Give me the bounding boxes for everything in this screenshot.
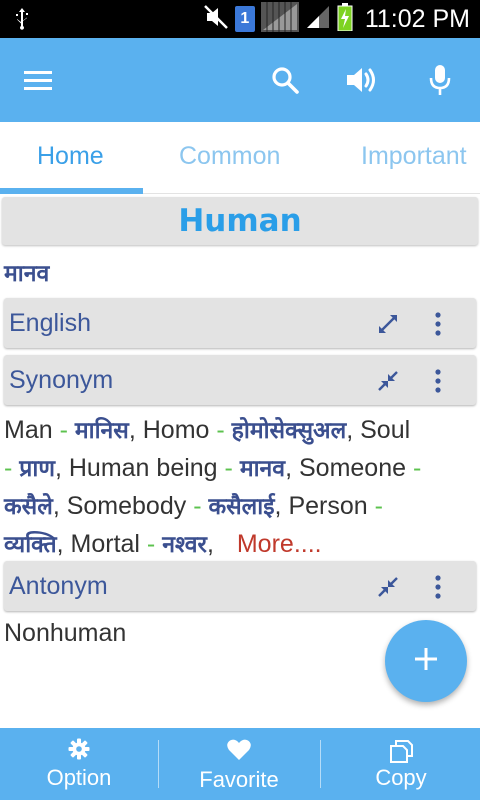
- section-label: Antonym: [9, 572, 108, 600]
- section-antonym[interactable]: Antonym: [4, 561, 476, 611]
- add-fab-button[interactable]: [385, 620, 467, 702]
- synonym-en: Somebody: [66, 492, 187, 520]
- more-vert-icon[interactable]: [428, 368, 448, 394]
- synonym-en: Person: [288, 492, 368, 520]
- favorite-button[interactable]: Favorite: [160, 728, 318, 800]
- section-synonym[interactable]: Synonym: [4, 355, 476, 405]
- tab-bar: Home Common Important: [0, 122, 480, 194]
- antonym-list: Nonhuman: [4, 619, 127, 647]
- mute-icon: [203, 4, 229, 34]
- usb-icon: [14, 7, 30, 35]
- synonym-hi: प्राण: [19, 456, 55, 482]
- battery-charging-icon: [337, 3, 353, 35]
- synonym-dash: -: [4, 454, 20, 482]
- synonym-dash: -: [52, 416, 75, 444]
- tab-important[interactable]: Important: [361, 142, 467, 171]
- tab-home[interactable]: Home: [37, 142, 104, 171]
- divider: [320, 740, 321, 788]
- synonym-dash: -: [217, 454, 240, 482]
- no-signal-icon: [260, 2, 299, 36]
- synonym-line: Man - मानिस, Homo - होमोसेक्सुअल, Soul: [4, 416, 411, 444]
- copy-icon: [388, 738, 414, 768]
- clock: 11:02 PM: [364, 4, 470, 33]
- synonym-en: Mortal: [70, 530, 140, 558]
- menu-icon[interactable]: [18, 60, 58, 100]
- synonym-list: Man - मानिस, Homo - होमोसेक्सुअल, Soul -…: [4, 412, 476, 564]
- synonym-dash: -: [406, 454, 422, 482]
- bottom-bar: Option Favorite Copy: [0, 728, 480, 800]
- synonym-hi: नश्वर: [162, 532, 207, 558]
- synonym-dash: -: [186, 492, 209, 520]
- copy-label: Copy: [375, 765, 427, 790]
- speaker-icon[interactable]: [342, 60, 382, 100]
- word-title: Human: [178, 203, 302, 239]
- option-button[interactable]: Option: [0, 728, 158, 800]
- synonym-en: Human being: [68, 454, 218, 482]
- collapse-icon[interactable]: [376, 369, 400, 393]
- synonym-line: व्यक्ति, Mortal - नश्वर, More....: [4, 530, 322, 558]
- synonym-hi: कसैले: [4, 494, 53, 520]
- section-english[interactable]: English: [4, 298, 476, 348]
- sim-icon: 1: [234, 6, 255, 32]
- plus-icon: [413, 646, 439, 676]
- option-label: Option: [46, 765, 112, 790]
- more-vert-icon[interactable]: [428, 311, 448, 337]
- synonym-en: Someone: [298, 454, 407, 482]
- more-vert-icon[interactable]: [428, 574, 448, 600]
- synonym-hi: होमोसेक्सुअल: [231, 418, 347, 444]
- synonym-hi: व्यक्ति: [4, 532, 57, 558]
- search-icon[interactable]: [265, 60, 305, 100]
- synonym-hi: मानिस: [74, 418, 129, 444]
- synonym-dash: -: [209, 416, 232, 444]
- more-link[interactable]: More....: [237, 530, 322, 558]
- app-bar: [0, 38, 480, 122]
- copy-button[interactable]: Copy: [322, 728, 480, 800]
- word-translation: मानव: [4, 261, 50, 287]
- tab-common[interactable]: Common: [179, 142, 280, 171]
- synonym-line: - प्राण, Human being - मानव, Someone -: [4, 454, 422, 482]
- synonym-en: Man: [4, 416, 53, 444]
- heart-icon: [226, 738, 252, 766]
- section-label: Synonym: [9, 366, 114, 394]
- synonym-line: कसैले, Somebody - कसैलाई, Person -: [4, 492, 383, 520]
- tab-indicator: [0, 188, 143, 194]
- favorite-label: Favorite: [199, 767, 279, 792]
- divider: [158, 740, 159, 788]
- collapse-icon[interactable]: [376, 575, 400, 599]
- synonym-en: Soul: [360, 416, 411, 444]
- synonym-dash: -: [367, 492, 383, 520]
- synonym-hi: मानव: [239, 456, 286, 482]
- synonym-dash: -: [139, 530, 163, 558]
- signal-icon: [305, 4, 331, 34]
- synonym-hi: कसैलाई: [208, 494, 275, 520]
- section-label: English: [9, 309, 91, 337]
- status-bar: 1 11:02 PM: [0, 0, 480, 38]
- synonym-en: Homo: [142, 416, 210, 444]
- mic-icon[interactable]: [420, 60, 460, 100]
- gear-icon: [68, 738, 90, 764]
- expand-icon[interactable]: [376, 312, 400, 336]
- word-header: Human: [2, 197, 478, 245]
